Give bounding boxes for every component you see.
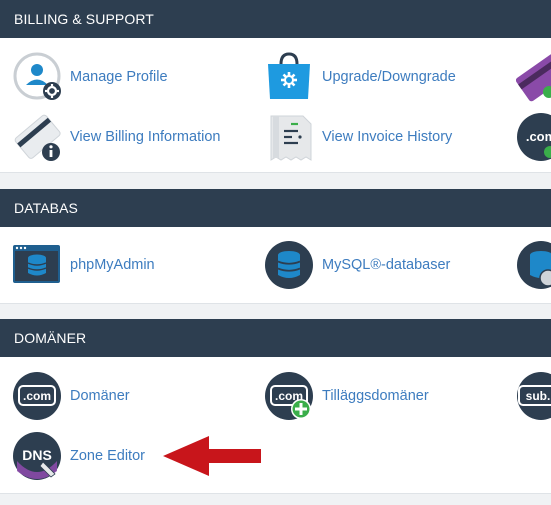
domains-panel: DOMÄNER .com Domäner .com Tilläggsdomäne…	[0, 319, 551, 494]
domains-icon: .com	[13, 371, 63, 421]
domains-link[interactable]: Domäner	[70, 371, 130, 421]
addon-domains-link[interactable]: Tilläggsdomäner	[322, 371, 429, 421]
view-billing-item[interactable]: View Billing Information	[13, 112, 243, 162]
domains-body: .com Domäner .com Tilläggsdomäner sub. D…	[0, 357, 551, 494]
domains-item[interactable]: .com Domäner	[13, 371, 243, 421]
dns-zone-icon: DNS	[13, 431, 63, 481]
partial-subdomains-item[interactable]: sub.	[516, 371, 551, 421]
manage-profile-item[interactable]: Manage Profile	[13, 52, 243, 102]
domains-header[interactable]: DOMÄNER	[0, 319, 551, 357]
mysql-database-icon	[265, 240, 315, 290]
mysql-databases-item[interactable]: MySQL®-databaser	[265, 240, 495, 290]
pointer-arrow-icon	[163, 436, 261, 476]
billing-support-body: Manage Profile Upgrade/Downgrade View Bi…	[0, 38, 551, 173]
view-invoice-item[interactable]: View Invoice History	[265, 112, 495, 162]
billing-card-icon	[13, 112, 63, 162]
partial-card-item[interactable]	[515, 52, 551, 102]
upgrade-downgrade-link[interactable]: Upgrade/Downgrade	[322, 52, 456, 102]
database-body: phpMyAdmin MySQL®-databaser	[0, 227, 551, 304]
partial-db-item[interactable]	[516, 240, 551, 290]
billing-support-header[interactable]: BILLING & SUPPORT	[0, 0, 551, 38]
user-profile-icon	[13, 52, 63, 102]
credit-card-icon	[515, 52, 551, 102]
zone-editor-link[interactable]: Zone Editor	[70, 431, 145, 481]
addon-domains-icon: .com	[265, 371, 315, 421]
database-wizard-icon	[516, 240, 551, 290]
phpmyadmin-icon	[13, 240, 63, 290]
upgrade-bag-icon	[265, 52, 315, 102]
view-invoice-link[interactable]: View Invoice History	[322, 112, 452, 162]
upgrade-downgrade-item[interactable]: Upgrade/Downgrade	[265, 52, 495, 102]
invoice-receipt-icon	[265, 112, 315, 162]
addon-domains-item[interactable]: .com Tilläggsdomäner	[265, 371, 495, 421]
domains-badge: .com	[23, 389, 51, 403]
database-panel: DATABAS phpMyAdmin MySQL®-databaser	[0, 189, 551, 304]
dns-badge: DNS	[22, 447, 52, 463]
subdomains-icon: sub.	[516, 371, 551, 421]
domain-com-icon: .com	[516, 112, 551, 162]
phpmyadmin-link[interactable]: phpMyAdmin	[70, 240, 155, 290]
manage-profile-link[interactable]: Manage Profile	[70, 52, 168, 102]
phpmyadmin-item[interactable]: phpMyAdmin	[13, 240, 243, 290]
database-header[interactable]: DATABAS	[0, 189, 551, 227]
partial-com-badge: .com	[526, 129, 551, 144]
billing-support-panel: BILLING & SUPPORT Manage Profile Upgrade…	[0, 0, 551, 173]
view-billing-link[interactable]: View Billing Information	[70, 112, 220, 162]
partial-com-item[interactable]: .com	[516, 112, 551, 162]
subdomains-badge: sub.	[526, 389, 551, 403]
mysql-databases-link[interactable]: MySQL®-databaser	[322, 240, 450, 290]
